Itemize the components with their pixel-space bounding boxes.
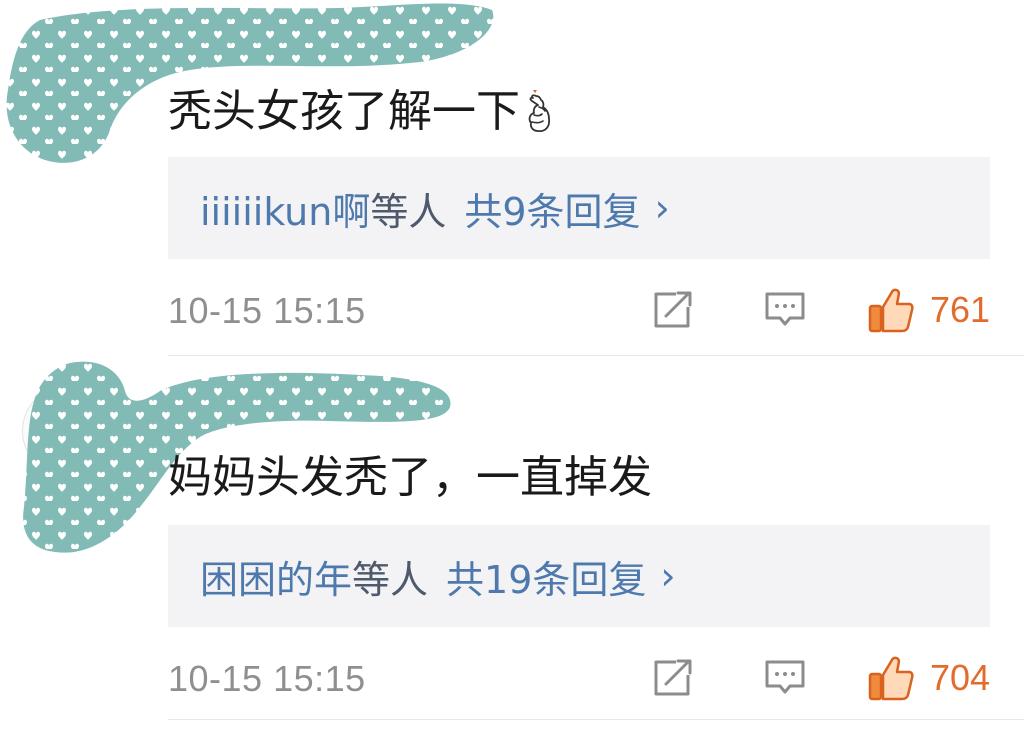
- like-button[interactable]: 761: [868, 286, 990, 334]
- comment-body: 秃头女孩了解一下: [168, 86, 520, 137]
- comment-timestamp: 10-15 15:15: [168, 290, 366, 331]
- like-button[interactable]: 704: [868, 654, 990, 702]
- reply-count-link[interactable]: 共19条回复: [446, 549, 646, 604]
- reply-count-link[interactable]: 共9条回复: [464, 181, 640, 236]
- finger-heart-emoji-icon: [528, 90, 551, 132]
- comment-timestamp: 10-15 15:15: [168, 658, 366, 699]
- comment-body: 妈妈头发秃了，一直掉发: [168, 452, 652, 503]
- comment-icon[interactable]: [764, 290, 806, 330]
- reply-users-link[interactable]: iiiiiikun啊: [200, 181, 370, 236]
- comment-item: 妈妈头发秃了，一直掉发 困困的年 等人 共19条回复 › 10-15 15:15…: [0, 357, 1024, 731]
- comment-text: 妈妈头发秃了，一直掉发: [168, 456, 652, 500]
- thumbs-up-icon: [868, 656, 914, 701]
- comment-meta: 10-15 15:15 704: [168, 654, 990, 704]
- like-count: 761: [930, 289, 991, 330]
- comment-text: 秃头女孩了解一下: [168, 89, 552, 135]
- comment-divider: [168, 719, 1024, 720]
- comment-item: 秃头女孩了解一下 iiiiiikun啊 等人 共9条回复 › 10-15 15:…: [0, 0, 1024, 357]
- comment-icon[interactable]: [764, 658, 806, 698]
- chevron-right-icon: ›: [660, 554, 676, 598]
- thumbs-up-icon: [868, 288, 914, 333]
- comment-divider: [168, 355, 1024, 356]
- chevron-right-icon: ›: [654, 186, 670, 230]
- reply-users-suffix: 等人: [370, 189, 447, 234]
- share-icon[interactable]: [652, 658, 694, 698]
- share-icon[interactable]: [652, 290, 694, 330]
- comment-meta: 10-15 15:15 761: [168, 286, 990, 336]
- like-count: 704: [930, 657, 991, 698]
